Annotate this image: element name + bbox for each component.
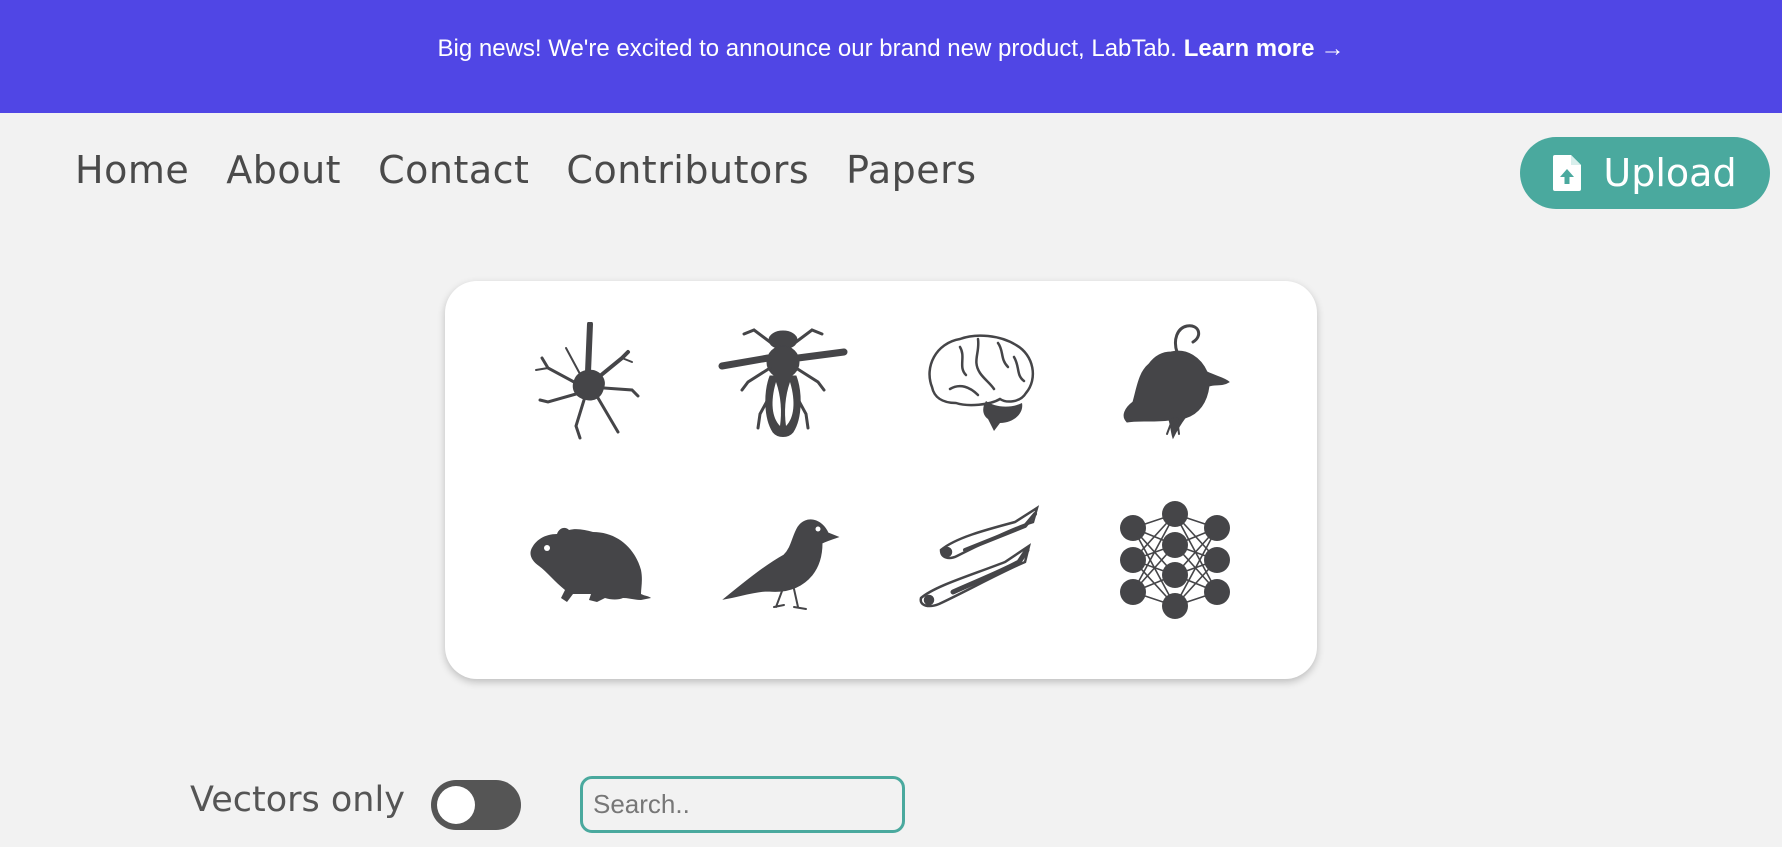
search-input[interactable] — [580, 776, 905, 833]
zebrafish-icon[interactable] — [915, 495, 1045, 625]
main-nav: Home About Contact Contributors Papers — [75, 148, 1014, 192]
species-card — [445, 281, 1317, 679]
learn-more-link[interactable]: Learn more — [1184, 35, 1315, 63]
neuron-icon[interactable] — [523, 317, 653, 447]
vectors-only-toggle[interactable] — [431, 780, 521, 830]
toggle-knob — [437, 786, 475, 824]
mouse-top-icon[interactable] — [1110, 317, 1240, 447]
finch-icon[interactable] — [718, 495, 848, 625]
upload-label: Upload — [1603, 151, 1737, 195]
nav-contributors[interactable]: Contributors — [566, 148, 809, 192]
nav-contact[interactable]: Contact — [378, 148, 529, 192]
nav-home[interactable]: Home — [75, 148, 189, 192]
rat-icon[interactable] — [523, 495, 653, 625]
nav-papers[interactable]: Papers — [846, 148, 976, 192]
brain-icon[interactable] — [915, 317, 1045, 447]
arrow-right-icon[interactable]: → — [1320, 35, 1344, 63]
nav-about[interactable]: About — [226, 148, 341, 192]
neural-network-icon[interactable] — [1110, 495, 1240, 625]
file-upload-icon — [1553, 155, 1582, 191]
banner-text: Big news! We're excited to announce our … — [437, 34, 1177, 62]
fly-icon[interactable] — [718, 317, 848, 447]
vectors-only-label: Vectors only — [190, 780, 405, 820]
announcement-banner: Big news! We're excited to announce our … — [0, 0, 1782, 113]
upload-button[interactable]: Upload — [1520, 137, 1770, 209]
